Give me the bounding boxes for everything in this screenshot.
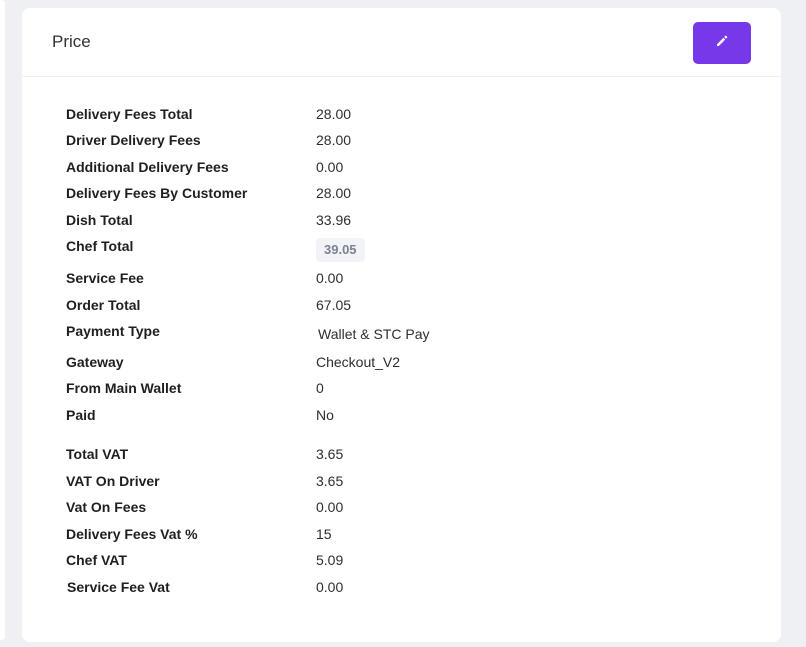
row-delivery-fees-vat: Delivery Fees Vat % 15	[22, 523, 781, 545]
row-dish-total: Dish Total 33.96	[22, 209, 781, 231]
row-total-vat: Total VAT 3.65	[22, 443, 781, 465]
row-value: 28.00	[316, 132, 352, 148]
row-label: Dish Total	[66, 212, 133, 228]
row-value: 39.05	[316, 238, 365, 262]
row-chef-vat: Chef VAT 5.09	[22, 549, 781, 571]
row-value: 15	[316, 526, 332, 542]
row-label: From Main Wallet	[66, 380, 182, 396]
row-payment-type: Payment Type Wallet & STC Pay	[22, 320, 781, 342]
adjacent-panel-edge	[0, 0, 5, 640]
row-label: Total VAT	[66, 446, 129, 462]
row-value: 0.00	[316, 270, 344, 286]
row-gateway: Gateway Checkout_V2	[22, 351, 781, 373]
row-label: Paid	[66, 407, 96, 423]
row-label: Chef VAT	[66, 552, 127, 568]
row-label: Driver Delivery Fees	[66, 132, 201, 148]
card-title: Price	[52, 32, 91, 51]
row-value: 0.00	[316, 159, 344, 175]
row-value: 28.00	[316, 106, 352, 122]
row-vat-on-fees: Vat On Fees 0.00	[22, 496, 781, 518]
row-value: 0.00	[316, 579, 344, 595]
row-label: Service Fee Vat	[67, 579, 170, 595]
row-value: 28.00	[316, 185, 352, 201]
row-chef-total: Chef Total 39.05	[22, 235, 781, 262]
row-value: 5.09	[316, 552, 344, 568]
row-label: Delivery Fees Vat %	[66, 526, 198, 542]
row-from-main-wallet: From Main Wallet 0	[22, 377, 781, 399]
row-label: VAT On Driver	[66, 473, 160, 489]
row-label: Gateway	[66, 354, 124, 370]
row-paid: Paid No	[22, 404, 781, 426]
row-driver-delivery-fees: Driver Delivery Fees 28.00	[22, 129, 781, 151]
pencil-icon	[715, 34, 729, 53]
row-value: Checkout_V2	[316, 354, 401, 370]
row-value: 0.00	[316, 499, 344, 515]
row-label: Order Total	[66, 297, 141, 313]
row-value: 33.96	[316, 212, 352, 228]
row-label: Payment Type	[66, 323, 160, 339]
row-delivery-fees-by-customer: Delivery Fees By Customer 28.00	[22, 182, 781, 204]
row-value: 0	[316, 380, 324, 396]
row-delivery-fees-total: Delivery Fees Total 28.00	[22, 103, 781, 125]
row-value: No	[316, 407, 334, 423]
row-label: Vat On Fees	[66, 499, 147, 515]
row-order-total: Order Total 67.05	[22, 294, 781, 316]
row-label: Delivery Fees Total	[66, 106, 193, 122]
row-label: Chef Total	[66, 238, 134, 254]
chef-total-badge: 39.05	[316, 238, 365, 262]
row-value: 3.65	[316, 473, 344, 489]
row-vat-on-driver: VAT On Driver 3.65	[22, 470, 781, 492]
row-label: Service Fee	[66, 270, 144, 286]
edit-button[interactable]	[693, 22, 751, 64]
row-value: Wallet & STC Pay	[318, 326, 430, 342]
row-service-fee: Service Fee 0.00	[22, 267, 781, 289]
row-label: Additional Delivery Fees	[66, 159, 229, 175]
row-service-fee-vat: Service Fee Vat 0.00	[22, 576, 781, 598]
row-label: Delivery Fees By Customer	[66, 185, 248, 201]
row-value: 67.05	[316, 297, 352, 313]
row-additional-delivery-fees: Additional Delivery Fees 0.00	[22, 156, 781, 178]
card-header: Price	[22, 8, 781, 77]
row-value: 3.65	[316, 446, 344, 462]
price-card: Price Delivery Fees Total 28.00 Driver D…	[22, 8, 781, 642]
